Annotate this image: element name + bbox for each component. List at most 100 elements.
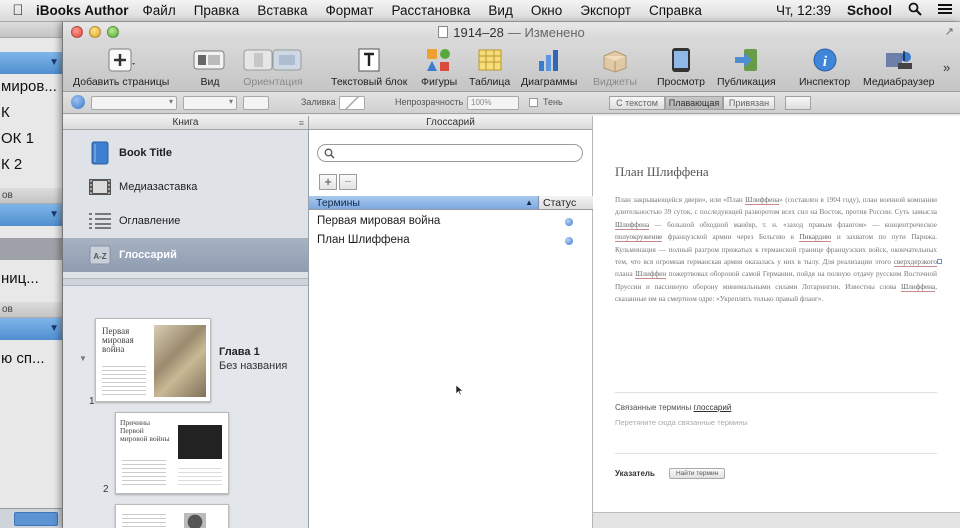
book-item-label: Глоссарий <box>119 249 177 261</box>
inspector-button[interactable]: i Инспектор <box>799 46 850 88</box>
mouse-cursor-icon <box>455 384 463 396</box>
column-status[interactable]: Статус <box>539 196 593 209</box>
menu-file[interactable]: Файл <box>143 3 176 18</box>
opacity-field[interactable]: 100% <box>467 96 519 110</box>
orientation-button[interactable]: Ориентация <box>243 46 303 88</box>
column-terms[interactable]: Термины ▲ <box>309 196 539 209</box>
orientation-icon <box>243 46 303 74</box>
style-select[interactable]: ▾ <box>91 96 177 110</box>
menu-bar:  iBooks Author Файл Правка Вставка Форм… <box>0 0 960 22</box>
glossary-term-link[interactable]: Шлиффена <box>901 282 936 292</box>
book-item-glossary[interactable]: A-Z Глоссарий <box>63 238 308 272</box>
related-terms-dropzone[interactable]: Перетяните сюда связанные термины <box>615 418 748 427</box>
textbox-button[interactable]: Текстовый блок <box>331 46 407 88</box>
spotlight-icon[interactable] <box>908 2 922 19</box>
notification-list-icon[interactable] <box>938 3 952 18</box>
wrap-options-button[interactable] <box>785 96 811 110</box>
publish-label: Публикация <box>717 76 776 88</box>
toolbar-overflow-icon[interactable]: » <box>943 60 950 75</box>
menu-window[interactable]: Окно <box>531 3 562 18</box>
add-pages-button[interactable]: Добавить страницы <box>73 46 169 88</box>
widgets-button[interactable]: Виджеты <box>593 46 637 88</box>
menu-format[interactable]: Формат <box>326 3 374 18</box>
wrap-anchored-button[interactable]: Привязан <box>723 96 775 110</box>
window-status: — Изменено <box>507 24 585 40</box>
book-item-intro-media[interactable]: Медиазаставка <box>63 170 308 204</box>
fill-well[interactable] <box>339 96 365 110</box>
wrap-floating-button[interactable]: Плавающая <box>665 96 723 110</box>
font-select[interactable]: ▾ <box>183 96 237 110</box>
menu-app-name[interactable]: iBooks Author <box>36 3 129 18</box>
zoom-button[interactable] <box>107 26 119 38</box>
film-icon <box>87 175 113 199</box>
table-button[interactable]: Таблица <box>469 46 510 88</box>
pane-splitter[interactable] <box>63 278 308 286</box>
glossary-term-link[interactable]: Шлиффен <box>635 270 667 280</box>
format-bar: ▾ ▾ Заливка Непрозрачность 100% Тень С т… <box>63 92 960 114</box>
definition-text[interactable]: План закрывающейся двери», или «План Шли… <box>615 194 937 306</box>
page-number: 2 <box>103 484 109 495</box>
status-dot-icon <box>565 237 573 245</box>
menu-insert[interactable]: Вставка <box>257 3 307 18</box>
shadow-checkbox[interactable] <box>529 98 538 107</box>
thumbnail-title: Причины Первой мировой войны <box>120 418 170 443</box>
book-item-label: Book Title <box>119 147 172 159</box>
index-label: Указатель <box>615 469 655 478</box>
menubar-status: Чт, 12:39 School <box>760 2 960 19</box>
resize-grip-icon[interactable]: ≡ <box>299 116 304 130</box>
definition-pane: План Шлиффена План закрывающейся двери»,… <box>593 116 960 528</box>
menu-help[interactable]: Справка <box>649 3 702 18</box>
widgets-label: Виджеты <box>593 76 637 88</box>
menubar-user[interactable]: School <box>847 3 892 18</box>
inspector-label: Инспектор <box>799 76 851 88</box>
definition-title[interactable]: План Шлиффена <box>615 164 709 180</box>
resize-handle[interactable] <box>937 259 942 264</box>
thumbnail-title: Первая мировая война <box>102 326 134 354</box>
view-toggle[interactable] <box>14 512 58 526</box>
opacity-label: Непрозрачность <box>395 97 464 107</box>
close-button[interactable] <box>71 26 83 38</box>
glossary-term-link[interactable]: полуокружение <box>615 233 663 243</box>
chapter-thumbnail[interactable]: Первая мировая война <box>95 318 211 402</box>
bg-window-selected-bar[interactable]: ▼ <box>0 52 65 74</box>
wrap-inline-button[interactable]: С текстом <box>609 96 665 110</box>
size-field[interactable] <box>243 96 269 110</box>
book-pane-title: Книга <box>172 117 199 128</box>
styles-drawer-icon[interactable] <box>71 95 85 109</box>
charts-button[interactable]: Диаграммы <box>521 46 577 88</box>
thumbnail-text-lines <box>102 363 146 395</box>
bg-window-selected-bar[interactable]: ▼ <box>0 204 65 226</box>
fullscreen-icon[interactable]: ↗ <box>945 25 954 38</box>
menu-edit[interactable]: Правка <box>194 3 240 18</box>
book-item-title[interactable]: Book Title <box>63 136 308 170</box>
menu-view[interactable]: Вид <box>488 3 512 18</box>
glossary-term-link[interactable]: Пикардию <box>799 233 832 243</box>
media-browser-button[interactable]: Медиабраузер <box>863 46 935 88</box>
bg-window-header <box>0 22 65 38</box>
page-thumbnail[interactable]: Причины Первой мировой войны <box>115 412 229 494</box>
publish-button[interactable]: Публикация <box>717 46 776 88</box>
preview-button[interactable]: Просмотр <box>657 46 705 88</box>
view-button[interactable]: Вид <box>193 46 227 88</box>
find-term-button[interactable]: Найти термин <box>669 468 726 479</box>
glossary-term-link[interactable]: Шлиффена <box>615 220 650 230</box>
book-item-toc[interactable]: Оглавление <box>63 204 308 238</box>
glossary-search-input[interactable] <box>317 144 583 162</box>
remove-term-button[interactable]: − <box>339 174 357 190</box>
add-term-button[interactable]: + <box>319 174 337 190</box>
shapes-icon <box>425 46 453 74</box>
minimize-button[interactable] <box>89 26 101 38</box>
glossary-term-link[interactable]: Шлиффена <box>745 196 780 205</box>
menu-arrange[interactable]: Расстановка <box>391 3 470 18</box>
table-row[interactable]: Первая мировая война <box>309 212 593 231</box>
menubar-clock[interactable]: Чт, 12:39 <box>776 3 831 18</box>
apple-icon[interactable]:  <box>0 2 36 19</box>
shapes-button[interactable]: Фигуры <box>421 46 457 88</box>
table-row[interactable]: План Шлиффена <box>309 231 593 250</box>
disclosure-triangle-icon[interactable]: ▼ <box>79 354 87 363</box>
glossary-term-link[interactable]: сверхдерзкого <box>893 258 937 268</box>
related-terms-link[interactable]: глоссарий <box>694 403 732 412</box>
page-thumbnail[interactable] <box>115 504 229 528</box>
bg-window-selected-bar[interactable]: ▼ <box>0 318 65 340</box>
menu-export[interactable]: Экспорт <box>580 3 631 18</box>
